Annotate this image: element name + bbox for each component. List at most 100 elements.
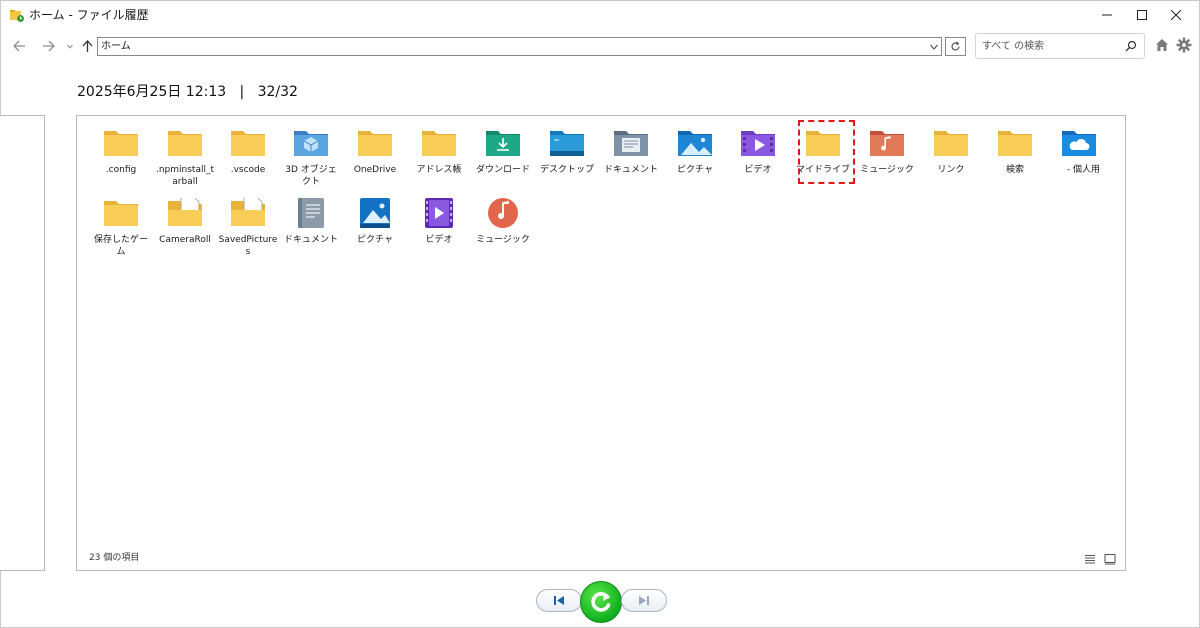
large-icons-view-icon[interactable] (1104, 553, 1116, 565)
file-item[interactable]: 保存したゲーム (91, 198, 151, 262)
file-item-label: 検索 (1005, 165, 1024, 175)
file-item-label: ピクチャ (357, 235, 393, 245)
file-item[interactable]: デスクトップ (537, 128, 597, 192)
folder-icon (103, 128, 139, 158)
file-item-label: 3D オブジェクト (285, 165, 337, 187)
downloads-folder-icon (485, 128, 521, 158)
file-item-label: ミュージック (860, 165, 914, 175)
file-item[interactable]: ドキュメント (601, 128, 661, 192)
videos-library-icon (421, 198, 457, 228)
file-item-label: ビデオ (425, 235, 453, 245)
skip-previous-icon (554, 596, 564, 605)
maximize-icon (1137, 10, 1147, 20)
next-version-button[interactable] (621, 589, 667, 612)
file-item[interactable]: .vscode (218, 128, 278, 192)
selection-highlight (798, 120, 855, 184)
close-button[interactable] (1153, 1, 1199, 29)
music-folder-icon (869, 128, 905, 158)
file-item-label: - 個人用 (1057, 165, 1101, 175)
history-header: 2025年6月25日 12:13 | 32/32 (77, 83, 298, 101)
folder-icon (997, 128, 1033, 158)
arrow-up-icon (82, 39, 92, 52)
file-item[interactable]: ピクチャ (345, 198, 405, 262)
chevron-down-icon (67, 44, 73, 49)
file-item[interactable]: 3D オブジェクト (281, 128, 341, 192)
address-text: ホーム (101, 41, 131, 52)
previous-version-button[interactable] (536, 589, 582, 612)
title-bar: ホーム - ファイル履歴 (1, 1, 1199, 29)
file-item[interactable]: ミュージック (857, 128, 917, 192)
file-item-label: ピクチャ (677, 165, 713, 175)
navigation-pane[interactable] (0, 115, 45, 571)
back-button[interactable] (10, 37, 28, 55)
file-history-app-icon (10, 10, 24, 22)
file-item[interactable]: アドレス帳 (409, 128, 469, 192)
file-item[interactable]: ビデオ (728, 128, 788, 192)
home-icon[interactable] (1155, 38, 1169, 52)
search-placeholder: すべて の検索 (982, 41, 1045, 52)
refresh-button[interactable] (945, 37, 966, 56)
search-box[interactable]: すべて の検索 (975, 33, 1145, 59)
file-item[interactable]: ピクチャ (665, 128, 725, 192)
folder-with-file-icon (167, 195, 203, 228)
file-item[interactable]: SavedPictures (218, 195, 278, 262)
file-item-label: ビデオ (744, 165, 772, 175)
file-item-label: デスクトップ (539, 165, 594, 175)
details-view-icon[interactable] (1084, 553, 1096, 565)
arrow-right-icon (42, 40, 55, 52)
folder-icon (933, 128, 969, 158)
recent-locations-button[interactable] (65, 37, 75, 55)
file-item[interactable]: CameraRoll (155, 195, 215, 262)
file-list-pane[interactable]: .config .npminstall_tarball .vscode 3D オブジェ… (76, 115, 1126, 571)
file-item[interactable]: - 個人用 (1049, 128, 1109, 192)
skip-next-icon (639, 596, 649, 605)
gear-icon[interactable] (1176, 37, 1192, 53)
address-bar[interactable]: ホーム (97, 37, 942, 56)
onedrive-folder-icon (1061, 128, 1097, 158)
folder-icon (103, 198, 139, 228)
item-count: 23 個の項目 (89, 553, 140, 563)
folder-icon (421, 128, 457, 158)
header-separator: | (239, 84, 245, 100)
restore-button[interactable] (580, 581, 622, 623)
restore-icon (591, 592, 611, 612)
file-item-label: ドキュメント (283, 235, 338, 245)
up-button[interactable] (78, 37, 96, 55)
file-item-label: .config (105, 165, 137, 175)
pictures-library-icon (357, 198, 393, 228)
folder-icon (357, 128, 393, 158)
desktop-folder-icon (549, 128, 585, 158)
pictures-folder-icon (677, 128, 713, 158)
file-item-label: .vscode (230, 165, 266, 175)
file-item[interactable]: OneDrive (345, 128, 405, 192)
file-item-label: リンク (937, 165, 965, 175)
file-item-label: ミュージック (476, 235, 530, 245)
window-title: ホーム - ファイル履歴 (29, 8, 149, 22)
file-item[interactable]: .config (91, 128, 151, 192)
file-item-label: .npminstall_tarball (155, 165, 214, 187)
forward-button[interactable] (39, 37, 57, 55)
music-library-icon (485, 198, 521, 228)
file-item[interactable]: ダウンロード (473, 128, 533, 192)
documents-library-icon (293, 198, 329, 228)
arrow-left-icon (12, 40, 25, 52)
file-item-label: SavedPictures (218, 235, 278, 257)
file-item[interactable]: ドキュメント (281, 198, 341, 262)
folder-icon (167, 128, 203, 158)
file-item[interactable]: ビデオ (409, 198, 469, 262)
folder-with-file-icon (230, 195, 266, 228)
address-dropdown-button[interactable] (927, 38, 941, 55)
file-item[interactable]: リンク (921, 128, 981, 192)
videos-folder-icon (740, 128, 776, 158)
file-item[interactable]: .npminstall_tarball (155, 128, 215, 192)
search-icon[interactable] (1125, 40, 1137, 52)
file-item[interactable]: 検索 (985, 128, 1045, 192)
close-icon (1171, 10, 1181, 20)
chevron-down-icon (930, 44, 938, 50)
backup-date: 2025年6月25日 12:13 (77, 84, 227, 100)
file-item-label: アドレス帳 (416, 165, 462, 175)
file-item[interactable]: ミュージック (473, 198, 533, 262)
refresh-icon (951, 41, 960, 51)
documents-folder-icon (613, 128, 649, 158)
folder-icon (230, 128, 266, 158)
